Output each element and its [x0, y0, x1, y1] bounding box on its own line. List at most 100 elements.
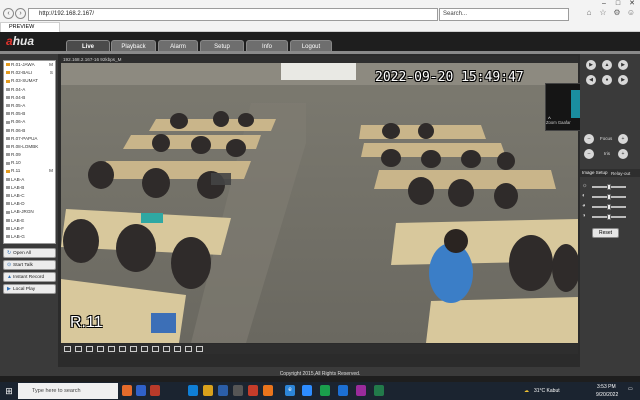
channel-item[interactable]: LAB-JRGN: [4, 208, 55, 216]
app-icon-5[interactable]: [374, 385, 384, 396]
video-tool-icon[interactable]: [86, 346, 93, 352]
ptz-up-right-button[interactable]: ▶: [618, 60, 628, 70]
channel-item[interactable]: R.07-PAPUA: [4, 135, 55, 143]
iris-plus-button[interactable]: +: [618, 149, 628, 159]
folder-icon[interactable]: [203, 385, 213, 396]
channel-item[interactable]: R.04-B: [4, 94, 55, 102]
camera-icon: [6, 235, 10, 239]
start-talk-button[interactable]: ⊙ Start Talk: [3, 260, 56, 270]
channel-item[interactable]: R.01-JAWA M: [4, 61, 55, 69]
ptz-left-button[interactable]: ◀: [586, 75, 596, 85]
back-icon[interactable]: ‹: [3, 8, 14, 19]
search-input[interactable]: Search...: [439, 8, 569, 21]
video-tool-icon[interactable]: [163, 346, 170, 352]
ie-icon[interactable]: e: [285, 385, 295, 396]
video-tool-icon[interactable]: [119, 346, 126, 352]
channel-item[interactable]: R.03-SUMAT: [4, 77, 55, 85]
gear-icon[interactable]: ⚙: [612, 8, 622, 18]
hue-slider[interactable]: [592, 214, 626, 220]
channel-item[interactable]: LAB-E: [4, 217, 55, 225]
channel-label: R.06-A: [11, 119, 26, 125]
taskbar-search-input[interactable]: Type here to search: [18, 383, 118, 399]
video-tool-icon[interactable]: [196, 346, 203, 352]
channel-item[interactable]: R.11 M: [4, 167, 55, 175]
contrast-slider[interactable]: [592, 194, 626, 200]
windows-start-icon[interactable]: ⊞: [2, 385, 16, 397]
video-tool-icon[interactable]: [141, 346, 148, 352]
ptz-right-button[interactable]: ▶: [618, 75, 628, 85]
channel-item[interactable]: LAB-D: [4, 200, 55, 208]
focus-minus-button[interactable]: –: [584, 134, 594, 144]
video-feed[interactable]: [61, 63, 578, 343]
channel-item[interactable]: R.08-LOMBK: [4, 143, 55, 151]
channel-item[interactable]: R.05-A: [4, 102, 55, 110]
tray-time[interactable]: 3:53 PM: [597, 384, 616, 390]
channel-item[interactable]: LAB-C: [4, 192, 55, 200]
forward-icon[interactable]: ›: [15, 8, 26, 19]
video-tool-icon[interactable]: [152, 346, 159, 352]
ptz-panel: [580, 54, 640, 372]
app-icon-2[interactable]: [233, 385, 243, 396]
channel-item[interactable]: R.05-B: [4, 110, 55, 118]
video-tool-icon[interactable]: [130, 346, 137, 352]
channel-item[interactable]: R.06-A: [4, 118, 55, 126]
channel-list[interactable]: R.01-JAWA M R.02-BALI S R.03-SUMAT R.04-A R.04…: [3, 60, 56, 244]
mail-icon[interactable]: [218, 385, 228, 396]
channel-item[interactable]: LAB-A: [4, 176, 55, 184]
ptz-up-button[interactable]: ▲: [602, 60, 612, 70]
firefox-icon[interactable]: [263, 385, 273, 396]
notification-icon[interactable]: ▭: [628, 386, 633, 392]
minimize-button[interactable]: –: [597, 0, 611, 8]
video-tool-icon[interactable]: [174, 346, 181, 352]
video-tool-icon[interactable]: [75, 346, 82, 352]
video-tool-icon[interactable]: [185, 346, 192, 352]
channel-item[interactable]: LAB-B: [4, 184, 55, 192]
iris-minus-button[interactable]: –: [584, 149, 594, 159]
video-tool-icon[interactable]: [108, 346, 115, 352]
channel-item[interactable]: R.10: [4, 159, 55, 167]
video-tool-icon[interactable]: [64, 346, 71, 352]
chrome-icon[interactable]: [320, 385, 330, 396]
edge-icon[interactable]: [188, 385, 198, 396]
channel-item[interactable]: LAB-F: [4, 225, 55, 233]
home-icon[interactable]: ⌂: [584, 8, 594, 18]
file-explorer-icon[interactable]: [122, 385, 132, 396]
channel-item[interactable]: R.06-B: [4, 127, 55, 135]
maximize-button[interactable]: □: [611, 0, 625, 8]
browser-tab[interactable]: PREVIEW: [0, 22, 60, 32]
office-icon[interactable]: [248, 385, 258, 396]
task-view-icon[interactable]: [136, 385, 146, 396]
brightness-knob[interactable]: [607, 184, 611, 190]
chevron-up-icon[interactable]: ^: [548, 117, 551, 123]
reset-button[interactable]: Reset: [592, 228, 619, 238]
weather-text[interactable]: 31°C Kabut: [534, 388, 560, 394]
hue-knob[interactable]: [607, 214, 611, 220]
saturation-knob[interactable]: [607, 204, 611, 210]
zoom-icon[interactable]: [302, 385, 312, 396]
instant-record-button[interactable]: ▲Instant Record: [3, 272, 56, 282]
relay-out-label[interactable]: Relay-out: [611, 171, 630, 176]
channel-item[interactable]: R.04-A: [4, 86, 55, 94]
contrast-knob[interactable]: [607, 194, 611, 200]
ptz-center-button[interactable]: ●: [602, 75, 612, 85]
channel-item[interactable]: R.09: [4, 151, 55, 159]
close-button[interactable]: ✕: [625, 0, 639, 8]
ptz-up-left-button[interactable]: ▶: [586, 60, 596, 70]
saturation-slider[interactable]: [592, 204, 626, 210]
image-setup-header[interactable]: Image Setup: [580, 169, 640, 177]
focus-plus-button[interactable]: +: [618, 134, 628, 144]
channel-item[interactable]: R.02-BALI S: [4, 69, 55, 77]
app-icon-1[interactable]: [150, 385, 160, 396]
brightness-slider[interactable]: [592, 184, 626, 190]
app-icon-3[interactable]: [338, 385, 348, 396]
star-icon[interactable]: ☆: [598, 8, 608, 18]
app-icon-4[interactable]: [356, 385, 366, 396]
tray-date[interactable]: 9/20/2022: [596, 392, 618, 398]
open-all-button[interactable]: ↻ Open All: [3, 248, 56, 258]
contrast-icon: ◐: [582, 193, 586, 199]
address-bar[interactable]: http://192.168.2.167/: [28, 8, 438, 21]
channel-item[interactable]: LAB-G: [4, 233, 55, 241]
video-tool-icon[interactable]: [97, 346, 104, 352]
local-play-button[interactable]: ▶ Local Play: [3, 284, 56, 294]
smiley-icon[interactable]: ☺: [626, 8, 636, 18]
